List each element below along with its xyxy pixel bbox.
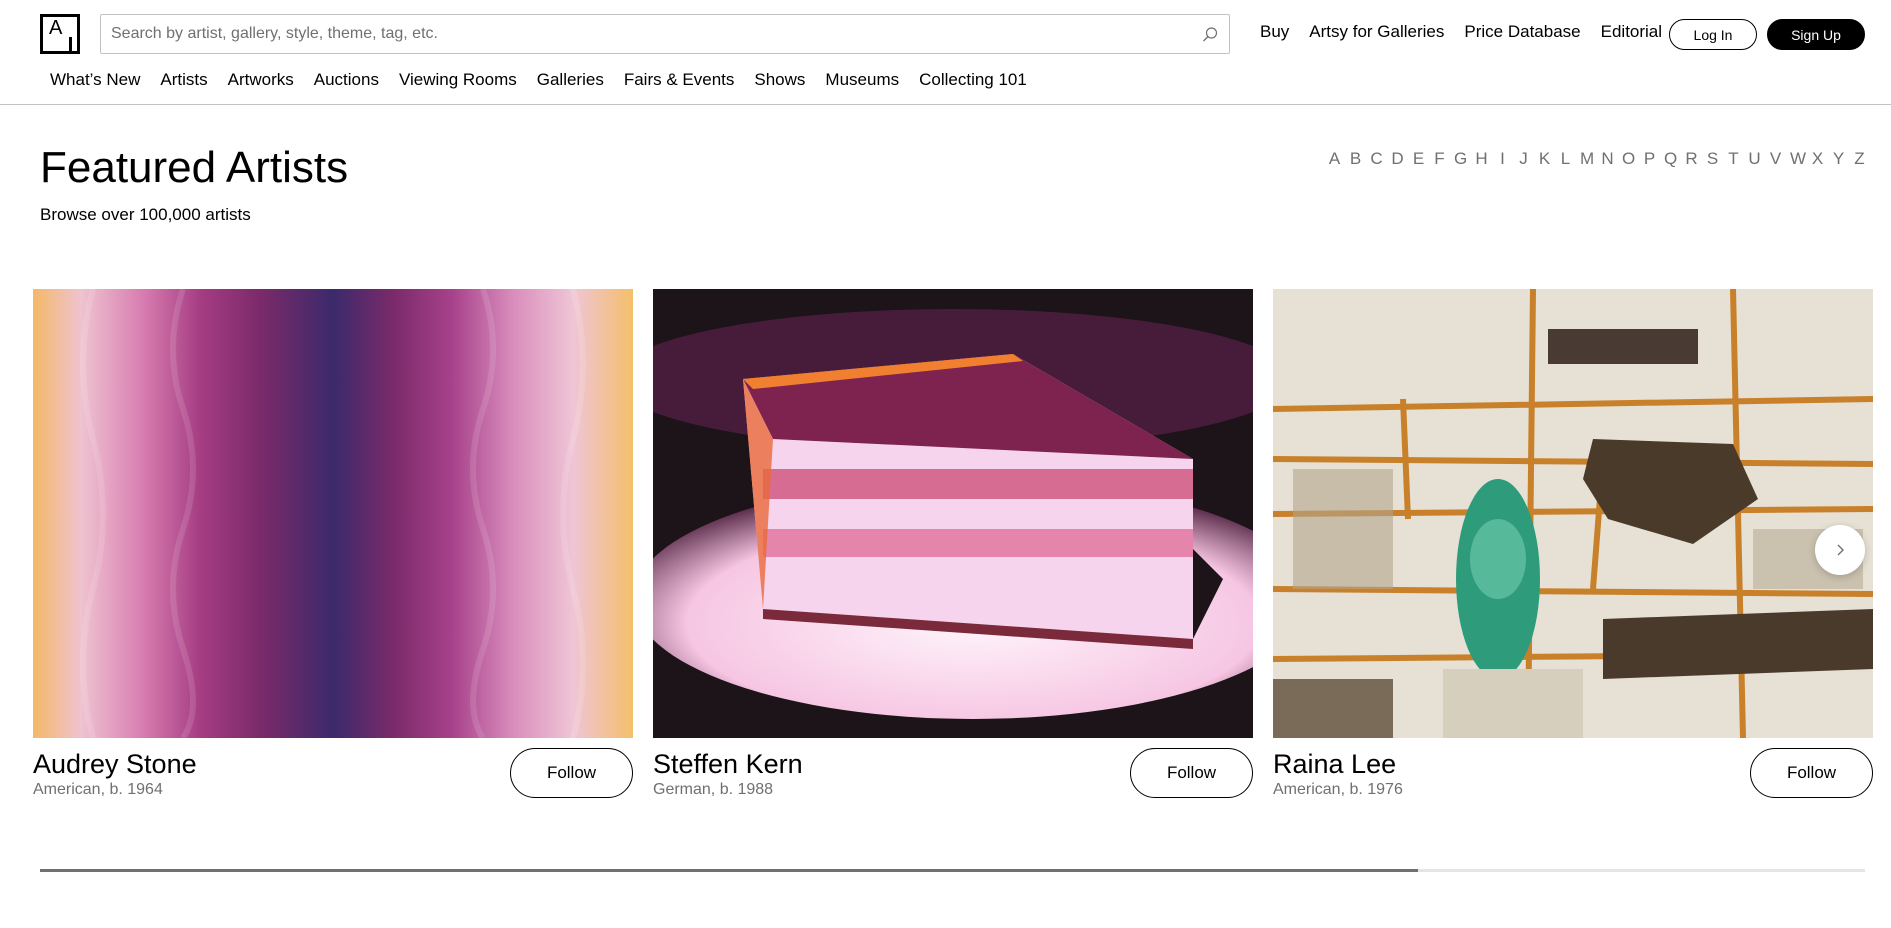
letter-b[interactable]: B [1349, 149, 1362, 169]
letter-m[interactable]: M [1580, 149, 1594, 169]
artwork-raina-lee [1273, 289, 1873, 738]
artwork-audrey-stone [33, 289, 633, 738]
letter-c[interactable]: C [1370, 149, 1383, 169]
letter-y[interactable]: Y [1832, 149, 1845, 169]
nav-whats-new[interactable]: What’s New [50, 70, 140, 90]
artist-card: Steffen Kern German, b. 1988 Follow [653, 289, 1253, 801]
page-title: Featured Artists [40, 143, 349, 192]
follow-button[interactable]: Follow [510, 748, 633, 798]
featured-artists-carousel: Audrey Stone American, b. 1964 Follow St… [33, 289, 1891, 829]
letter-q[interactable]: Q [1664, 149, 1677, 169]
search-bar[interactable] [100, 14, 1230, 54]
letter-u[interactable]: U [1748, 149, 1761, 169]
artist-meta: German, b. 1988 [653, 781, 774, 798]
letter-w[interactable]: W [1790, 149, 1806, 169]
artist-card: Raina Lee American, b. 1976 Follow [1273, 289, 1873, 801]
follow-button[interactable]: Follow [1750, 748, 1873, 798]
letter-h[interactable]: H [1475, 149, 1488, 169]
logo-notch [69, 37, 72, 51]
signup-button[interactable]: Sign Up [1767, 19, 1865, 50]
artist-meta: American, b. 1976 [1273, 781, 1403, 798]
top-links: Buy Artsy for Galleries Price Database E… [1260, 22, 1682, 42]
nav-artworks[interactable]: Artworks [228, 70, 294, 90]
artist-name[interactable]: Audrey Stone [33, 749, 197, 780]
chevron-right-icon [1837, 544, 1844, 556]
letter-k[interactable]: K [1538, 149, 1551, 169]
link-artsy-for-galleries[interactable]: Artsy for Galleries [1309, 22, 1444, 42]
link-price-database[interactable]: Price Database [1464, 22, 1580, 42]
search-icon[interactable] [1201, 26, 1219, 44]
artwork-steffen-kern [653, 289, 1253, 738]
letter-d[interactable]: D [1391, 149, 1404, 169]
letter-o[interactable]: O [1622, 149, 1635, 169]
link-editorial[interactable]: Editorial [1601, 22, 1662, 42]
letter-v[interactable]: V [1769, 149, 1782, 169]
letter-l[interactable]: L [1559, 149, 1572, 169]
nav-collecting-101[interactable]: Collecting 101 [919, 70, 1027, 90]
artsy-logo-icon[interactable]: A [40, 14, 80, 54]
alphabet-filter: A B C D E F G H I J K L M N O P Q R S T … [1320, 149, 1866, 169]
link-buy[interactable]: Buy [1260, 22, 1289, 42]
letter-f[interactable]: F [1433, 149, 1446, 169]
nav-auctions[interactable]: Auctions [314, 70, 379, 90]
page-subtitle: Browse over 100,000 artists [40, 205, 251, 224]
letter-r[interactable]: R [1685, 149, 1698, 169]
letter-a[interactable]: A [1328, 149, 1341, 169]
artwork-image[interactable] [33, 289, 633, 738]
search-input[interactable] [101, 15, 1229, 53]
nav-viewing-rooms[interactable]: Viewing Rooms [399, 70, 517, 90]
nav-shows[interactable]: Shows [754, 70, 805, 90]
login-button[interactable]: Log In [1669, 19, 1757, 50]
carousel-progress-fill [40, 869, 1418, 872]
letter-n[interactable]: N [1601, 149, 1614, 169]
carousel-progress-track[interactable] [40, 869, 1865, 872]
follow-button[interactable]: Follow [1130, 748, 1253, 798]
nav-fairs-events[interactable]: Fairs & Events [624, 70, 735, 90]
letter-t[interactable]: T [1727, 149, 1740, 169]
artist-card: Audrey Stone American, b. 1964 Follow [33, 289, 633, 801]
main-nav: What’s New Artists Artworks Auctions Vie… [50, 70, 1047, 90]
artist-name[interactable]: Raina Lee [1273, 749, 1396, 780]
letter-p[interactable]: P [1643, 149, 1656, 169]
artwork-image[interactable] [1273, 289, 1873, 738]
artist-meta: American, b. 1964 [33, 781, 163, 798]
nav-museums[interactable]: Museums [825, 70, 899, 90]
letter-s[interactable]: S [1706, 149, 1719, 169]
letter-x[interactable]: X [1811, 149, 1824, 169]
logo-letter: A [49, 17, 63, 39]
nav-artists[interactable]: Artists [160, 70, 207, 90]
nav-galleries[interactable]: Galleries [537, 70, 604, 90]
letter-j[interactable]: J [1517, 149, 1530, 169]
artist-name[interactable]: Steffen Kern [653, 749, 803, 780]
carousel-next-button[interactable] [1815, 525, 1865, 575]
letter-i[interactable]: I [1496, 149, 1509, 169]
letter-g[interactable]: G [1454, 149, 1467, 169]
letter-z[interactable]: Z [1853, 149, 1866, 169]
site-header: A Buy Artsy for Galleries Price Database… [0, 0, 1891, 105]
artwork-image[interactable] [653, 289, 1253, 738]
letter-e[interactable]: E [1412, 149, 1425, 169]
